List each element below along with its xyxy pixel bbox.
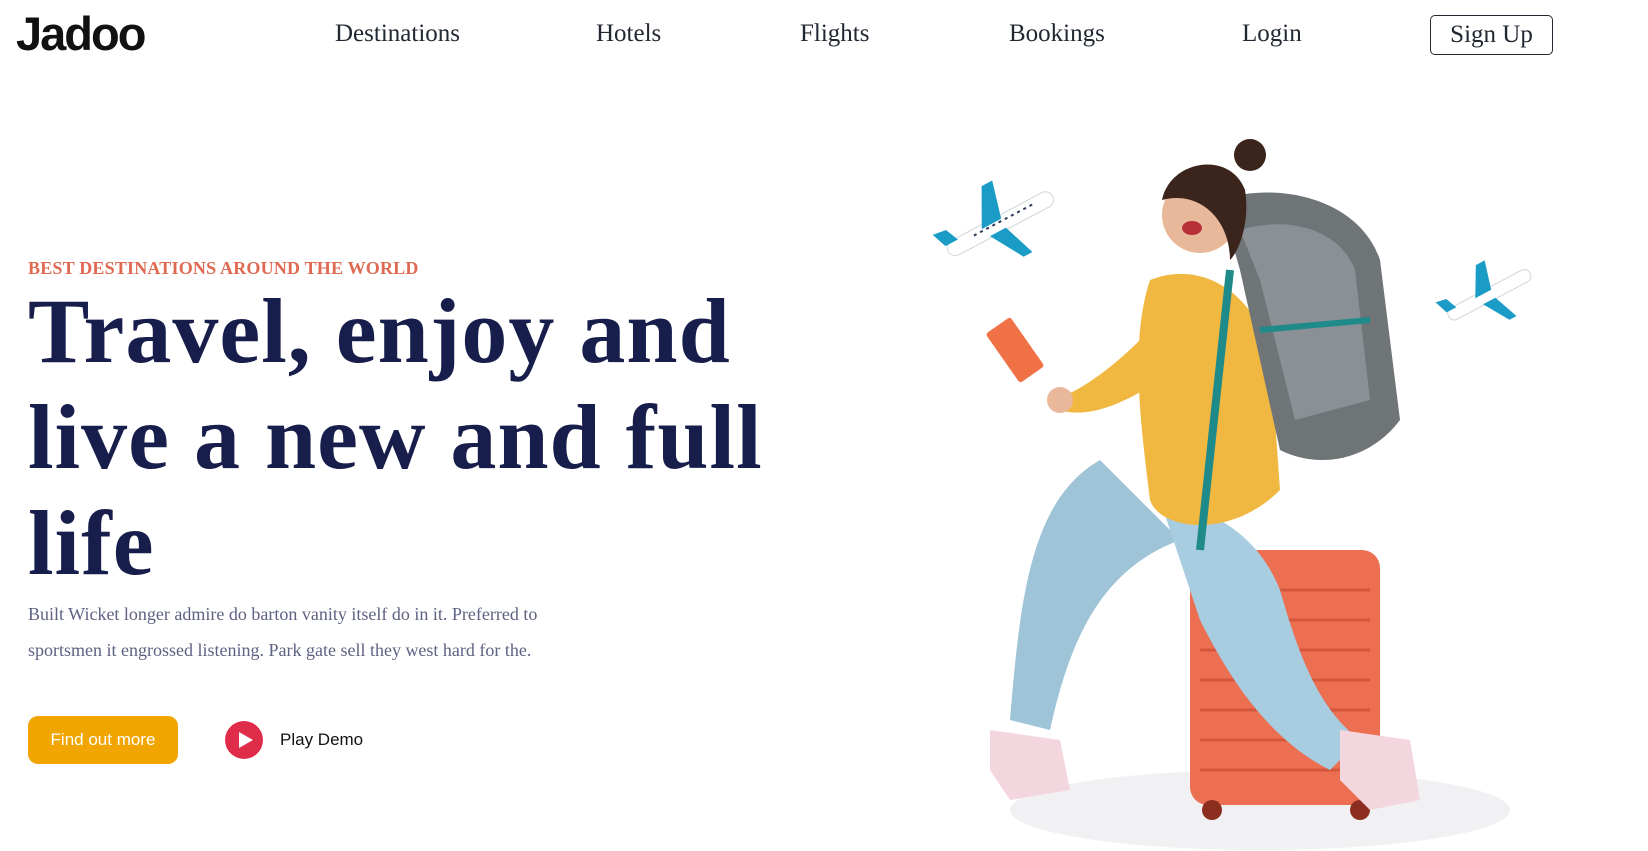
airplane-icon — [1435, 260, 1532, 321]
nav-hotels[interactable]: Hotels — [596, 21, 661, 46]
hero-headline: Travel, enjoy and live a new and full li… — [28, 280, 763, 594]
play-demo-icon[interactable] — [225, 721, 263, 759]
airplane-icon — [932, 180, 1054, 257]
nav-flights[interactable]: Flights — [800, 21, 869, 46]
hero-description: Built Wicket longer admire do barton van… — [28, 604, 538, 660]
nav-destinations[interactable]: Destinations — [335, 21, 460, 46]
nav-login[interactable]: Login — [1242, 21, 1302, 46]
play-demo-label[interactable]: Play Demo — [280, 730, 363, 750]
hero-image — [900, 120, 1540, 851]
signup-button[interactable]: Sign Up — [1430, 15, 1553, 55]
find-out-more-button[interactable]: Find out more — [28, 716, 178, 764]
nav-bookings[interactable]: Bookings — [1009, 21, 1105, 46]
logo[interactable]: Jadoo — [16, 10, 146, 57]
hero-eyebrow: BEST DESTINATIONS AROUND THE WORLD — [28, 258, 419, 278]
